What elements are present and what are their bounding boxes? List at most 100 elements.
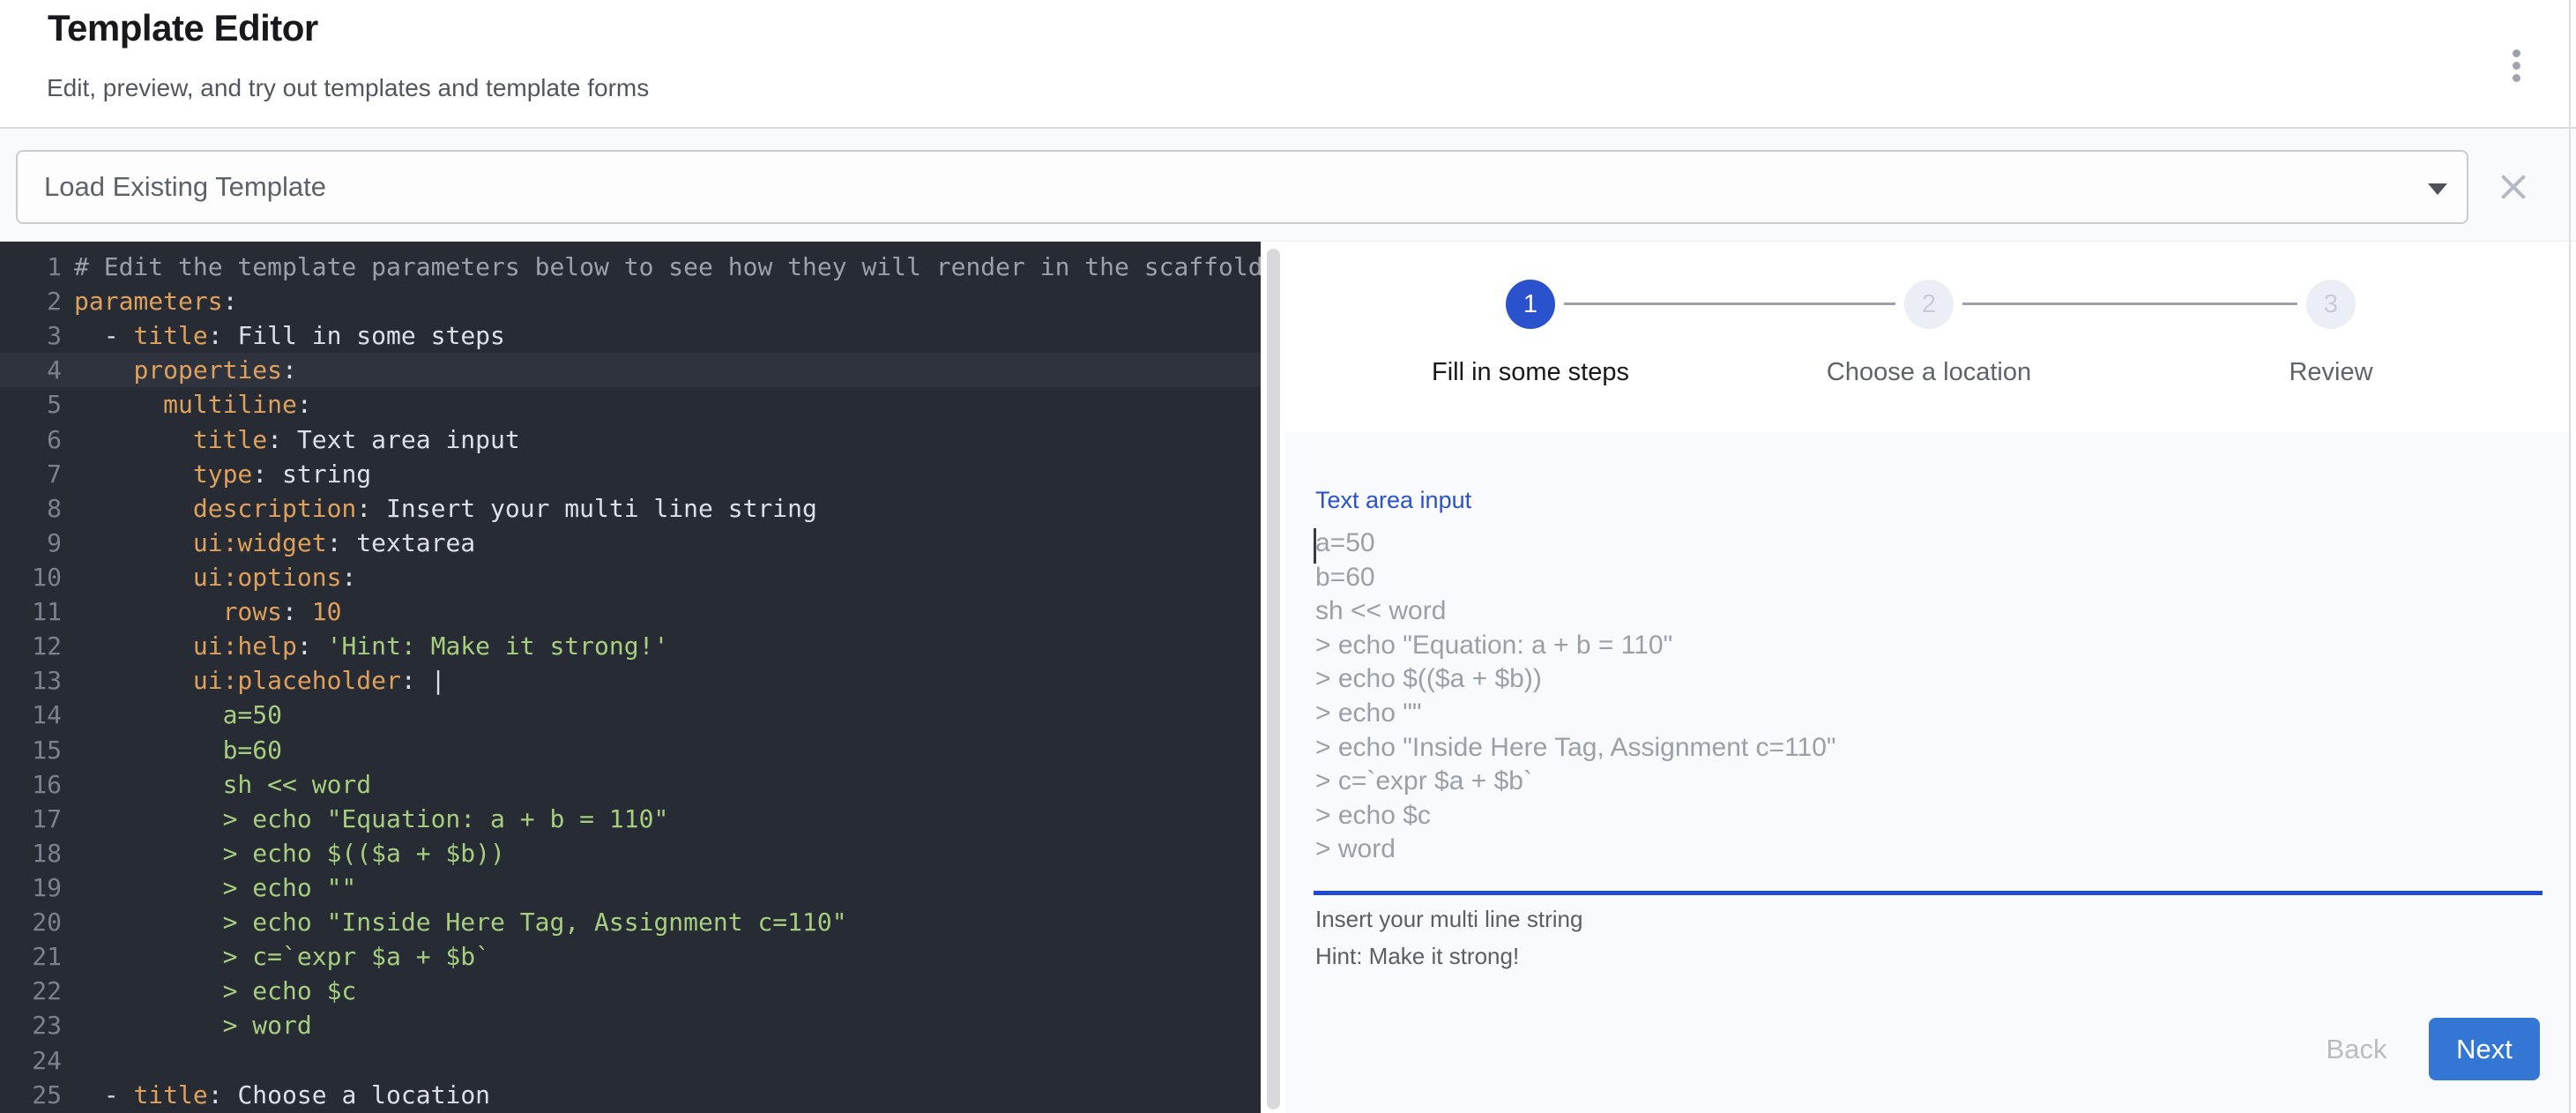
focused-field-underline: [1314, 891, 2542, 895]
stepper-step-3-label: Review: [2155, 358, 2507, 387]
stepper-step-2-circle: 2: [1904, 280, 1954, 329]
clear-selection-button[interactable]: [2489, 162, 2538, 212]
code-text: > echo $c: [74, 976, 356, 1005]
line-number: 7: [0, 459, 62, 489]
stepper-step-3-circle: 3: [2306, 280, 2356, 329]
code-text: ui:help: 'Hint: Make it strong!': [74, 631, 668, 661]
line-number: 19: [0, 873, 62, 902]
line-number: 2: [0, 287, 62, 316]
code-text: rows: 10: [74, 597, 341, 626]
kebab-menu-icon: [2513, 62, 2520, 70]
editor-line: 8 description: Insert your multi line st…: [0, 491, 1261, 526]
field-help-text: Hint: Make it strong!: [1315, 943, 1519, 970]
editor-line: 9 ui:widget: textarea: [0, 526, 1261, 560]
editor-line: 4 properties:: [0, 353, 1261, 387]
code-text: - title: Choose a location: [74, 1080, 490, 1109]
select-value: Load Existing Template: [44, 152, 326, 222]
line-number: 17: [0, 804, 62, 833]
form-step-panel: Text area input a=50 b=60 sh << word > e…: [1285, 432, 2569, 1113]
code-text: b=60: [74, 736, 282, 765]
back-button[interactable]: Back: [2290, 1025, 2423, 1074]
line-number: 12: [0, 631, 62, 661]
line-number: 6: [0, 425, 62, 454]
editor-line: 5 multiline:: [0, 387, 1261, 422]
line-number: 20: [0, 908, 62, 937]
editor-line: 22 > echo $c: [0, 974, 1261, 1008]
editor-lines: 1# Edit the template parameters below to…: [0, 250, 1261, 1112]
page-subtitle: Edit, preview, and try out templates and…: [47, 74, 649, 102]
step-number: 3: [2324, 290, 2338, 319]
line-number: 16: [0, 770, 62, 799]
step-number: 2: [1922, 290, 1936, 319]
line-number: 9: [0, 528, 62, 557]
line-number: 14: [0, 700, 62, 729]
stepper-connector: [1962, 303, 2297, 305]
code-text: > echo "Equation: a + b = 110": [74, 804, 668, 833]
code-text: > c=`expr $a + $b`: [74, 942, 490, 971]
code-text: > echo "": [74, 873, 356, 902]
line-number: 5: [0, 390, 62, 419]
editor-line: 19 > echo "": [0, 870, 1261, 905]
line-number: 8: [0, 494, 62, 523]
line-number: 11: [0, 597, 62, 626]
editor-line: 12 ui:help: 'Hint: Make it strong!': [0, 629, 1261, 663]
editor-line: 3 - title: Fill in some steps: [0, 318, 1261, 353]
header: Template Editor Edit, preview, and try o…: [0, 0, 2576, 127]
line-number: 3: [0, 321, 62, 350]
editor-line: 14 a=50: [0, 698, 1261, 732]
line-number: 10: [0, 563, 62, 592]
code-text: > echo "Inside Here Tag, Assignment c=11…: [74, 908, 847, 937]
editor-line: 2 parameters:: [0, 284, 1261, 318]
code-text: sh << word: [74, 770, 371, 799]
code-text: > word: [74, 1011, 312, 1040]
textarea-placeholder: a=50 b=60 sh << word > echo "Equation: a…: [1315, 527, 1836, 867]
line-number: 24: [0, 1046, 62, 1075]
editor-line: 20 > echo "Inside Here Tag, Assignment c…: [0, 905, 1261, 939]
editor-line: 16 sh << word: [0, 767, 1261, 802]
next-button[interactable]: Next: [2429, 1018, 2540, 1080]
editor-line: 7 type: string: [0, 457, 1261, 491]
code-text: - title: Fill in some steps: [74, 321, 505, 350]
page-title: Template Editor: [48, 7, 318, 49]
line-number: 23: [0, 1011, 62, 1040]
code-text: title: Text area input: [74, 425, 520, 454]
line-number: 25: [0, 1080, 62, 1109]
editor-line: 10 ui:options:: [0, 560, 1261, 594]
code-text: description: Insert your multi line stri…: [74, 494, 817, 523]
code-text: ui:options:: [74, 563, 356, 592]
wizard-stepper: 1 2 3 Fill in some steps Choose a locati…: [1287, 242, 2569, 432]
stepper-connector: [1564, 303, 1895, 305]
editor-scrollbar-thumb[interactable]: [1267, 249, 1280, 1109]
line-number: 15: [0, 736, 62, 765]
line-number: 22: [0, 976, 62, 1005]
code-text: ui:widget: textarea: [74, 528, 475, 557]
editor-line: 1# Edit the template parameters below to…: [0, 250, 1261, 284]
line-number: 4: [0, 355, 62, 385]
editor-line: 18 > echo $(($a + $b)): [0, 836, 1261, 870]
editor-line: 11 rows: 10: [0, 594, 1261, 629]
editor-line: 25 - title: Choose a location: [0, 1078, 1261, 1112]
textarea-field-label: Text area input: [1315, 487, 1471, 514]
editor-line: 24: [0, 1043, 1261, 1078]
stepper-step-1-label: Fill in some steps: [1354, 358, 1707, 387]
line-number: 18: [0, 839, 62, 868]
editor-line: 6 title: Text area input: [0, 422, 1261, 457]
code-text: > echo $(($a + $b)): [74, 839, 505, 868]
panel-right-border: [2569, 0, 2571, 1113]
line-number: 21: [0, 942, 62, 971]
code-text: a=50: [74, 700, 282, 729]
template-selector-row: Load Existing Template: [0, 127, 2576, 242]
code-text: parameters:: [74, 287, 237, 316]
editor-scrollbar-track: [1261, 242, 1287, 1113]
code-text: properties:: [74, 355, 297, 385]
kebab-menu-icon: [2513, 74, 2520, 82]
code-text: type: string: [74, 459, 371, 489]
multiline-textarea[interactable]: a=50 b=60 sh << word > echo "Equation: a…: [1312, 520, 2546, 900]
yaml-code-editor[interactable]: 1# Edit the template parameters below to…: [0, 242, 1261, 1113]
editor-line: 23 > word: [0, 1008, 1261, 1042]
line-number: 1: [0, 252, 62, 281]
more-options-button[interactable]: [2493, 41, 2539, 90]
editor-line: 15 b=60: [0, 733, 1261, 767]
code-text: ui:placeholder: |: [74, 666, 445, 695]
load-existing-template-select[interactable]: Load Existing Template: [16, 150, 2468, 224]
